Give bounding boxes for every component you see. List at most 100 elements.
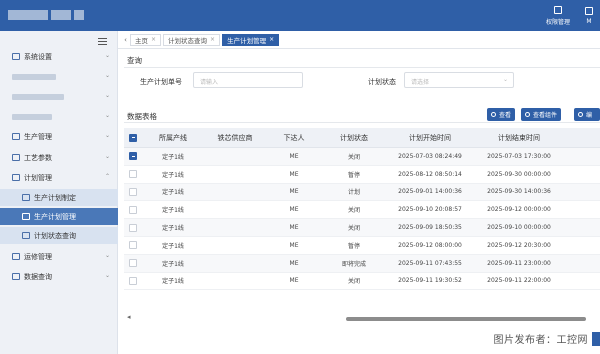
chevron-down-icon: ⌄ bbox=[104, 132, 110, 139]
row-select-cell[interactable] bbox=[124, 276, 142, 285]
sidebar-item-production-management[interactable]: 生产管理 ⌄ bbox=[0, 128, 118, 145]
tab-production-plan-management[interactable]: 生产计划管理 × bbox=[222, 33, 280, 46]
close-icon[interactable]: × bbox=[210, 36, 215, 43]
row-checkbox[interactable] bbox=[129, 187, 137, 196]
table-row[interactable]: 定子1线 ME 计划 2025-09-01 14:00:36 2025-09-30 14… bbox=[124, 183, 600, 202]
table-cell: 计划 bbox=[347, 189, 360, 197]
divider bbox=[124, 67, 600, 68]
app-logo bbox=[8, 10, 84, 20]
row-select-cell[interactable] bbox=[124, 259, 142, 268]
table-row[interactable]: 定子1线 ME 关闭 2025-09-09 18:50:35 2025-09-10 00… bbox=[124, 219, 600, 237]
table-cell: 2025-09-11 22:00:00 bbox=[487, 277, 551, 285]
column-header[interactable]: 铁芯供应商 bbox=[204, 133, 266, 143]
select-all-cell[interactable] bbox=[124, 133, 142, 142]
sidebar-item-plan-manage[interactable]: 生产计划管理 bbox=[0, 208, 118, 225]
column-header[interactable]: 计划开始时间 bbox=[386, 133, 474, 143]
table-row[interactable]: 定子1线 ME 暂停 2025-09-12 08:00:00 2025-09-12 20… bbox=[124, 237, 600, 255]
horizontal-scrollbar[interactable]: ◂ bbox=[124, 313, 600, 322]
permission-icon bbox=[554, 5, 562, 14]
view-button-label: 查看 bbox=[499, 112, 512, 119]
chevron-down-icon: ⌄ bbox=[104, 153, 110, 160]
corner-tab[interactable] bbox=[592, 332, 600, 346]
table-cell: 2025-07-03 17:30:00 bbox=[487, 152, 551, 160]
user-label: M bbox=[586, 17, 592, 25]
sidebar-item-maintenance[interactable]: 运修管理 ⌄ bbox=[0, 248, 118, 265]
sidebar-toggle-menu-icon[interactable] bbox=[98, 38, 107, 45]
blurred-label bbox=[12, 93, 64, 100]
row-checkbox[interactable] bbox=[129, 276, 137, 285]
column-header[interactable]: 下达人 bbox=[266, 133, 322, 143]
row-select-cell[interactable] bbox=[124, 170, 142, 179]
row-checkbox[interactable] bbox=[129, 259, 137, 268]
edit-button-label: 编 bbox=[586, 112, 593, 119]
scroll-left-icon[interactable]: ◂ bbox=[127, 313, 131, 321]
plan-number-input[interactable]: 请输入 bbox=[193, 72, 303, 88]
sidebar-item-blurred[interactable]: ⌄ bbox=[0, 68, 118, 85]
sidebar-item-blurred[interactable]: ⌄ bbox=[0, 88, 118, 105]
view-button[interactable]: 查看 bbox=[487, 108, 516, 121]
chevron-down-icon: ⌄ bbox=[104, 72, 110, 79]
plan-status-select[interactable]: 请选择 ⌄ bbox=[404, 72, 514, 88]
close-icon[interactable]: × bbox=[151, 36, 156, 43]
table-cell: 2025-09-11 07:43:55 bbox=[398, 259, 462, 267]
table-body: 定子1线 ME 关闭 2025-07-03 08:24:49 2025-07-03 17… bbox=[124, 148, 600, 291]
view-components-button-label: 查看组件 bbox=[533, 112, 558, 119]
tab-home[interactable]: 主页 × bbox=[130, 33, 162, 46]
eye-icon bbox=[525, 112, 530, 117]
row-checkbox[interactable] bbox=[129, 205, 137, 214]
sidebar-item-label: 工艺参数 bbox=[24, 153, 52, 162]
permission-management-button[interactable]: 权限管理 bbox=[538, 0, 578, 31]
column-header[interactable]: 计划结束时间 bbox=[474, 133, 564, 143]
plan-manage-icon bbox=[22, 213, 30, 220]
sidebar-item-label: 数据查询 bbox=[24, 272, 52, 281]
row-select-cell[interactable] bbox=[124, 152, 142, 161]
tab-scroll-left-icon[interactable]: ‹ bbox=[121, 36, 130, 44]
sidebar-item-plan-status-query[interactable]: 计划状态查询 bbox=[0, 227, 118, 244]
sidebar-item-process-parameters[interactable]: 工艺参数 ⌄ bbox=[0, 149, 118, 166]
table-row[interactable]: 定子1线 ME 关闭 2025-09-10 20:08:57 2025-09-12 00… bbox=[124, 201, 600, 220]
table-cell: 定子1线 bbox=[162, 260, 184, 268]
row-checkbox[interactable] bbox=[129, 152, 137, 161]
table-row[interactable]: 定子1线 ME 关闭 2025-07-03 08:24:49 2025-07-03 17… bbox=[124, 148, 600, 166]
column-header[interactable]: 所属产线 bbox=[142, 133, 204, 143]
table-header-row: 所属产线 铁芯供应商 下达人 计划状态 计划开始时间 计划结束时间 bbox=[124, 128, 600, 148]
table-row[interactable]: 定子1线 ME 暂停 2025-08-12 08:50:14 2025-09-30 00… bbox=[124, 166, 600, 184]
tab-plan-status-query[interactable]: 计划状态查询 × bbox=[163, 33, 221, 46]
user-menu-button[interactable]: M bbox=[578, 0, 600, 31]
column-header[interactable]: 计划状态 bbox=[322, 133, 386, 143]
sidebar-item-system-settings[interactable]: 系统设置 ⌄ bbox=[0, 48, 118, 65]
table-cell: ME bbox=[289, 277, 299, 285]
row-select-cell[interactable] bbox=[124, 241, 142, 250]
select-all-checkbox[interactable] bbox=[129, 133, 137, 142]
sidebar-item-label: 运修管理 bbox=[24, 252, 52, 261]
sidebar-item-label: 生产计划制定 bbox=[34, 193, 76, 202]
watermark: 图片发布者：工控网 bbox=[493, 335, 588, 346]
table-cell: 定子1线 bbox=[162, 189, 184, 197]
sidebar-item-plan-management[interactable]: 计划管理 ⌃ bbox=[0, 169, 118, 186]
table-cell: 定子1线 bbox=[162, 242, 184, 250]
scrollbar-thumb[interactable] bbox=[346, 317, 586, 321]
row-checkbox[interactable] bbox=[129, 241, 137, 250]
chevron-down-icon: ⌄ bbox=[104, 272, 110, 279]
table-cell: 2025-09-11 23:00:00 bbox=[487, 259, 551, 267]
table-row[interactable]: 定子1线 ME 即将完成 2025-09-11 07:43:55 2025-09-11 … bbox=[124, 254, 600, 273]
sidebar-item-label: 生产计划管理 bbox=[34, 212, 76, 221]
view-components-button[interactable]: 查看组件 bbox=[521, 108, 562, 121]
table-cell: 关闭 bbox=[347, 278, 360, 286]
row-select-cell[interactable] bbox=[124, 187, 142, 196]
edit-button[interactable]: 编 bbox=[574, 108, 600, 121]
row-checkbox[interactable] bbox=[129, 223, 137, 232]
close-icon[interactable]: × bbox=[269, 36, 274, 43]
row-checkbox[interactable] bbox=[129, 170, 137, 179]
table-cell: ME bbox=[289, 224, 299, 232]
data-table-title: 数据表格 bbox=[127, 112, 157, 121]
sidebar-item-plan-create[interactable]: 生产计划制定 bbox=[0, 189, 118, 206]
scrollbar-track[interactable] bbox=[136, 317, 596, 321]
table-row[interactable]: 定子1线 ME 关闭 2025-09-11 19:30:52 2025-09-11 22… bbox=[124, 273, 600, 291]
edit-icon bbox=[578, 112, 583, 117]
row-select-cell[interactable] bbox=[124, 205, 142, 214]
tab-label: 主页 bbox=[135, 36, 148, 45]
row-select-cell[interactable] bbox=[124, 223, 142, 232]
sidebar-item-data-query[interactable]: 数据查询 ⌄ bbox=[0, 268, 118, 285]
sidebar-item-blurred[interactable]: ⌄ bbox=[0, 108, 118, 125]
